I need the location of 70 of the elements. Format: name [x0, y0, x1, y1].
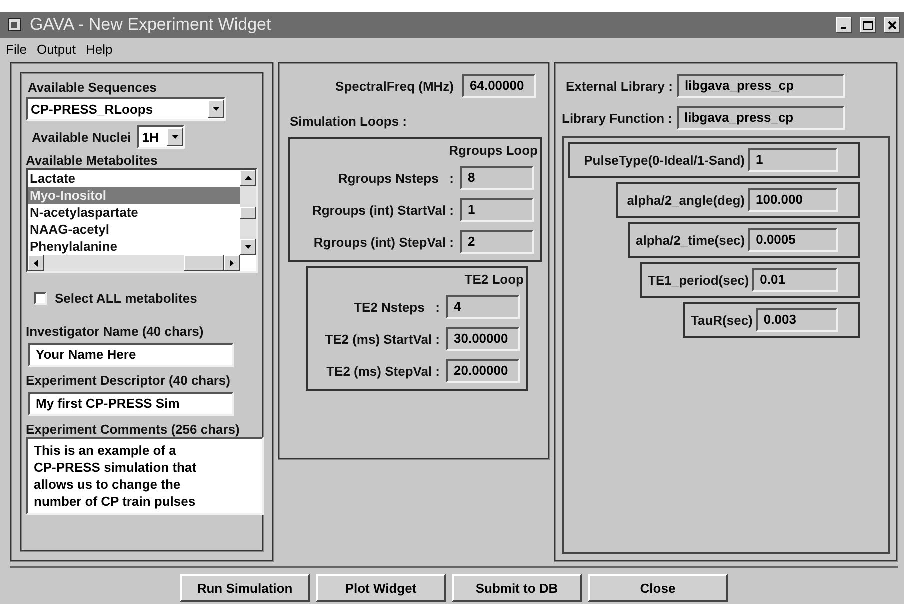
loop-title: TE2 Loop — [464, 272, 524, 287]
action-button[interactable]: Submit to DB — [452, 574, 582, 602]
text-field[interactable]: 30.00000 — [446, 327, 520, 351]
comments-field[interactable]: This is an example of a CP-PRESS simulation that allows us to change the number of CP train pulses — [26, 437, 264, 515]
field-label: SpectralFreq (MHz) — [336, 78, 454, 94]
text-field[interactable]: My first CP-PRESS Sim — [28, 392, 234, 416]
section-label: Simulation Loops : — [290, 114, 408, 129]
window-icon — [8, 18, 22, 32]
field-label: External Library : — [566, 78, 673, 94]
checkbox-label: Select ALL metabolites — [55, 291, 198, 306]
field-label: TauR(sec) — [691, 312, 753, 328]
sequence-dropdown[interactable]: CP-PRESS_RLoops — [26, 97, 226, 121]
field-label: Library Function : — [562, 110, 672, 126]
action-button[interactable]: Plot Widget — [316, 574, 446, 602]
field-label: alpha/2_angle(deg) — [627, 192, 745, 208]
text-field[interactable]: 2 — [460, 230, 534, 254]
caret-icon — [212, 106, 220, 112]
list-item[interactable]: Myo-Inositol — [28, 187, 240, 204]
metabolite-list[interactable]: Lactate Myo-Inositol N-acetylaspartate NAAG-acetyl Phenylalanine — [26, 168, 258, 273]
text-field[interactable]: 1 — [460, 198, 534, 222]
text-field[interactable]: 4 — [446, 295, 520, 319]
field-label: Rgroups (int) StepVal : — [314, 234, 454, 250]
text-field[interactable]: libgava_press_cp — [676, 106, 844, 130]
text-field[interactable]: libgava_press_cp — [676, 74, 845, 98]
menu-item[interactable]: Help — [86, 42, 113, 56]
minimize-button[interactable] — [836, 17, 852, 33]
text-field[interactable]: Your Name Here — [28, 343, 234, 367]
field-label: Available Sequences — [28, 80, 158, 95]
field-label: PulseType(0-Ideal/1-Sand) — [584, 152, 745, 168]
field-label: Experiment Descriptor (40 chars) — [26, 373, 232, 388]
scroll-thumb[interactable] — [240, 206, 256, 218]
maximize-icon — [863, 20, 873, 30]
left-arrow-icon — [34, 260, 38, 266]
loop-title: Rgroups Loop — [449, 143, 538, 158]
menu-item[interactable]: Output — [36, 42, 76, 56]
field-label: Rgroups Nsteps : — [338, 170, 454, 186]
field-label: Investigator Name (40 chars) — [26, 324, 205, 339]
caret-icon — [172, 134, 179, 140]
text-field[interactable]: 1 — [748, 148, 838, 172]
text-field[interactable]: 100.000 — [748, 188, 838, 212]
scroll-thumb[interactable] — [184, 255, 224, 271]
down-arrow-icon — [244, 244, 252, 250]
horizontal-scrollbar[interactable] — [28, 255, 240, 271]
text-field[interactable]: 20.00000 — [446, 359, 520, 383]
field-label: alpha/2_time(sec) — [636, 232, 746, 248]
window-title: GAVA - New Experiment Widget — [30, 15, 272, 35]
menu-item[interactable]: File — [6, 42, 27, 56]
action-button[interactable]: Close — [588, 574, 728, 602]
close-button[interactable] — [884, 17, 900, 33]
field-label: Experiment Comments (256 chars) — [26, 422, 241, 437]
maximize-button[interactable] — [860, 17, 876, 33]
text-field[interactable]: 0.0005 — [748, 228, 838, 252]
text-field[interactable]: 8 — [460, 166, 534, 190]
field-label: TE2 Nsteps : — [354, 300, 440, 314]
action-button[interactable]: Run Simulation — [180, 574, 310, 602]
field-label: TE2 (ms) StepVal : — [326, 364, 440, 378]
nuclei-dropdown[interactable]: 1H — [137, 125, 186, 149]
field-label: TE2 (ms) StartVal : — [325, 332, 440, 346]
right-arrow-icon — [230, 260, 234, 266]
field-label: Rgroups (int) StartVal : — [312, 202, 454, 218]
vertical-scrollbar[interactable] — [240, 170, 256, 255]
close-icon — [888, 20, 896, 30]
field-label: Available Metabolites — [26, 153, 159, 168]
up-arrow-icon — [244, 176, 252, 180]
text-field[interactable]: 0.003 — [756, 308, 838, 332]
text-field[interactable]: 64.00000 — [462, 74, 536, 98]
field-label: TE1_period(sec) — [648, 272, 750, 288]
text-field[interactable]: 0.01 — [752, 268, 838, 292]
field-label: Available Nuclei — [32, 130, 132, 144]
checkbox[interactable] — [34, 292, 47, 305]
